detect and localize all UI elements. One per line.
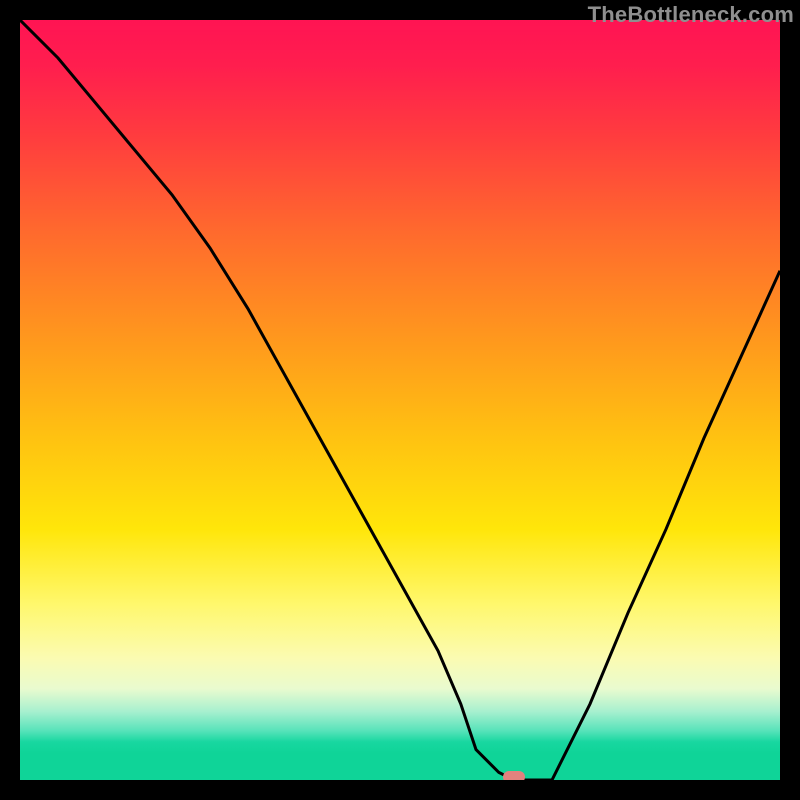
frame-corner <box>0 0 20 20</box>
plot-area <box>20 20 780 780</box>
watermark-text: TheBottleneck.com <box>588 2 794 28</box>
frame-corner <box>780 780 800 800</box>
bottleneck-curve <box>20 20 780 780</box>
x-axis <box>20 780 780 800</box>
y-axis <box>0 20 20 780</box>
frame-corner <box>0 780 20 800</box>
frame-right <box>780 20 800 780</box>
chart-container: TheBottleneck.com <box>0 0 800 800</box>
